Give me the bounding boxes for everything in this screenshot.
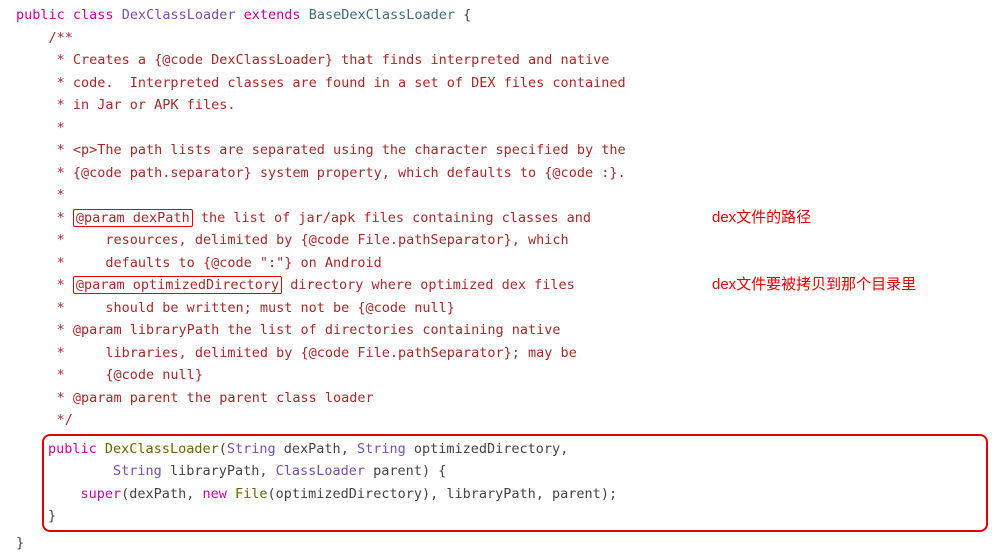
javadoc-line: * @param libraryPath the list of directo… <box>16 319 996 342</box>
javadoc-close: */ <box>16 409 996 432</box>
highlight-box-optDir: @param optimizedDirectory <box>73 276 282 294</box>
annotation-opt-dir: dex文件要被拷贝到那个目录里 <box>712 274 916 297</box>
constructor-close: } <box>48 505 982 528</box>
javadoc-line: * in Jar or APK files. <box>16 94 996 117</box>
javadoc-param-dexPath: * @param dexPath the list of jar/apk fil… <box>16 207 996 230</box>
javadoc-line: * Creates a {@code DexClassLoader} that … <box>16 49 996 72</box>
javadoc-param-optDir: * @param optimizedDirectory directory wh… <box>16 274 996 297</box>
base-class: BaseDexClassLoader <box>309 7 455 23</box>
brace-open: { <box>463 7 471 23</box>
constructor-body: super(dexPath, new File(optimizedDirecto… <box>48 483 982 506</box>
javadoc-line: * <box>16 184 996 207</box>
annotation-dex-path: dex文件的路径 <box>712 207 811 230</box>
constructor-signature-2: String libraryPath, ClassLoader parent) … <box>48 460 982 483</box>
javadoc-line: * <box>16 117 996 140</box>
javadoc-line: * resources, delimited by {@code File.pa… <box>16 229 996 252</box>
javadoc-line: * defaults to {@code ":"} on Android <box>16 252 996 275</box>
kw-extends: extends <box>244 7 301 23</box>
javadoc-open: /** <box>16 27 996 50</box>
javadoc-line: * {@code path.separator} system property… <box>16 162 996 185</box>
javadoc-line: * should be written; must not be {@code … <box>16 297 996 320</box>
kw-public: public <box>16 7 65 23</box>
javadoc-line: * <p>The path lists are separated using … <box>16 139 996 162</box>
constructor-signature: public DexClassLoader(String dexPath, St… <box>48 438 982 461</box>
highlight-box-constructor: public DexClassLoader(String dexPath, St… <box>42 434 988 532</box>
class-declaration: public class DexClassLoader extends Base… <box>16 4 996 27</box>
javadoc-line: * libraries, delimited by {@code File.pa… <box>16 342 996 365</box>
highlight-box-dexPath: @param dexPath <box>73 209 193 227</box>
javadoc-line: * code. Interpreted classes are found in… <box>16 72 996 95</box>
class-close: } <box>16 532 996 555</box>
javadoc-line: * @param parent the parent class loader <box>16 387 996 410</box>
kw-class: class <box>73 7 114 23</box>
javadoc-line: * {@code null} <box>16 364 996 387</box>
class-name: DexClassLoader <box>122 7 236 23</box>
